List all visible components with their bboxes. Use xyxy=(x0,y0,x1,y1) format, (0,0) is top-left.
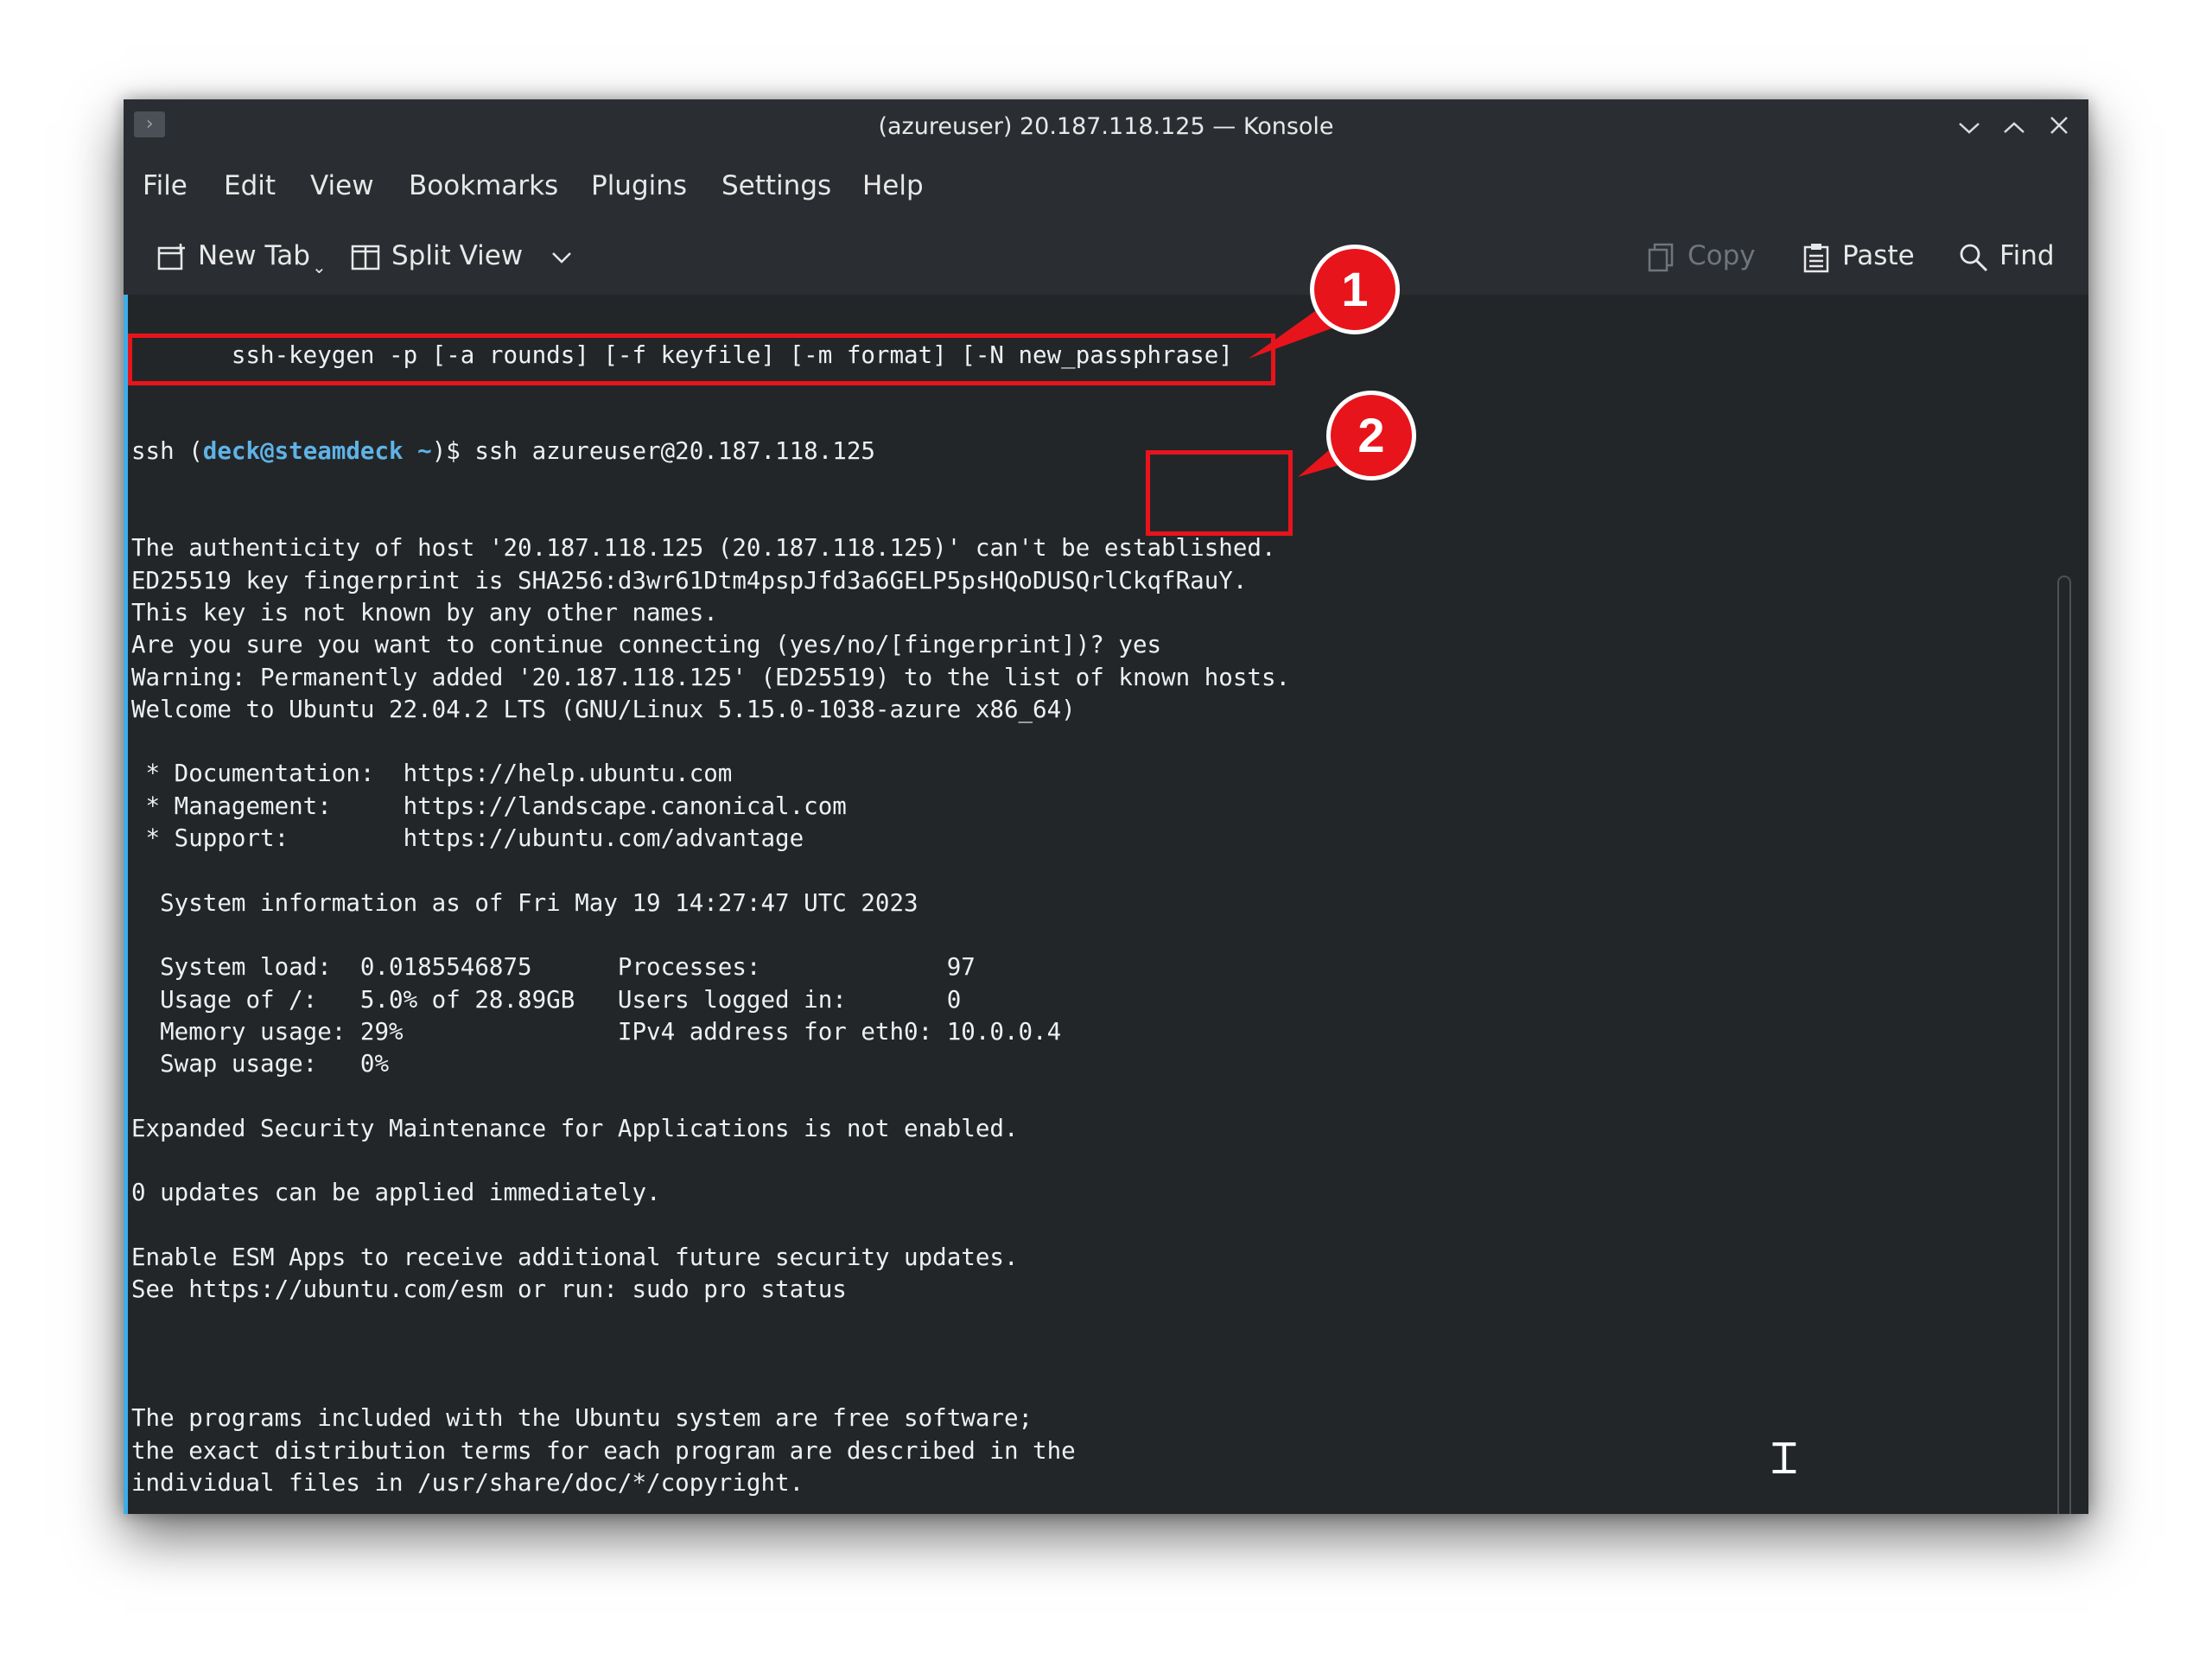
find-label: Find xyxy=(1999,240,2055,271)
prompt-line: ssh (deck@steamdeck ~)$ ssh azureuser@20… xyxy=(131,436,1290,467)
chevron-up-icon xyxy=(2004,122,2024,133)
terminal-line: The authenticity of host '20.187.118.125… xyxy=(131,534,1276,563)
terminal-line: System load: 0.0185546875 Processes: 97 xyxy=(131,953,976,982)
terminal-output[interactable]: ssh-keygen -p [-a rounds] [-f keyfile] [… xyxy=(124,295,2088,1514)
split-view-button[interactable]: Split View xyxy=(350,229,573,283)
copy-label: Copy xyxy=(1688,240,1756,271)
terminal-line: Swap usage: 0% xyxy=(131,1050,390,1078)
copy-icon xyxy=(1648,243,1674,271)
paste-icon xyxy=(1803,243,1829,272)
annotation-badge-2: 2 xyxy=(1326,391,1416,480)
terminal-line: See https://ubuntu.com/esm or run: sudo … xyxy=(131,1275,847,1304)
chevron-down-icon[interactable] xyxy=(550,251,573,264)
terminal-line: Welcome to Ubuntu 22.04.2 LTS (GNU/Linux… xyxy=(131,695,1076,723)
title-bar[interactable]: › (azureuser) 20.187.118.125 — Konsole xyxy=(124,99,2088,155)
close-icon xyxy=(2050,117,2068,134)
search-icon xyxy=(1960,244,1988,271)
screenshot-stage: › (azureuser) 20.187.118.125 — Konsole F… xyxy=(0,0,2212,1660)
terminal-text: ssh-keygen -p [-a rounds] [-f keyfile] [… xyxy=(131,295,1290,1514)
find-button[interactable]: Find xyxy=(1958,229,2055,283)
menu-view[interactable]: View xyxy=(310,155,374,217)
new-tab-dropdown-icon[interactable]: ⌄ xyxy=(312,257,327,277)
terminal-line: Usage of /: 5.0% of 28.89GB Users logged… xyxy=(131,985,962,1014)
konsole-window: › (azureuser) 20.187.118.125 — Konsole F… xyxy=(124,99,2088,1514)
terminal-line: System information as of Fri May 19 14:2… xyxy=(131,888,918,917)
toolbar: New Tab ⌄ Split View Copy Paste Find xyxy=(124,217,2088,295)
split-view-icon xyxy=(351,245,380,270)
menu-file[interactable]: File xyxy=(143,155,188,217)
terminal-line: the exact distribution terms for each pr… xyxy=(131,1436,1076,1465)
annotation-box-1 xyxy=(128,334,1275,385)
menu-edit[interactable]: Edit xyxy=(224,155,276,217)
menu-settings[interactable]: Settings xyxy=(721,155,831,217)
new-tab-icon xyxy=(157,243,185,270)
terminal-line: Enable ESM Apps to receive additional fu… xyxy=(131,1243,1019,1271)
new-tab-button[interactable]: New Tab ⌄ xyxy=(156,229,327,283)
terminal-line: Memory usage: 29% IPv4 address for eth0:… xyxy=(131,1017,1062,1046)
close-button[interactable] xyxy=(2042,110,2076,144)
menu-bookmarks[interactable]: Bookmarks xyxy=(409,155,558,217)
terminal-line: Are you sure you want to continue connec… xyxy=(131,631,1162,659)
terminal-line: individual files in /usr/share/doc/*/cop… xyxy=(131,1468,804,1497)
menu-bar: File Edit View Bookmarks Plugins Setting… xyxy=(124,155,2088,217)
paste-label: Paste xyxy=(1842,240,1915,271)
menu-help[interactable]: Help xyxy=(862,155,924,217)
terminal-line: * Management: https://landscape.canonica… xyxy=(131,792,847,820)
terminal-line: ED25519 key fingerprint is SHA256:d3wr61… xyxy=(131,566,1248,595)
prompt-user-host: deck@steamdeck ~ xyxy=(202,437,432,466)
prompt-command: )$ ssh azureuser@20.187.118.125 xyxy=(431,437,875,466)
terminal-line: This key is not known by any other names… xyxy=(131,598,718,626)
paste-button[interactable]: Paste xyxy=(1801,229,1915,283)
chevron-down-icon xyxy=(1959,123,1980,134)
i-beam-cursor-icon: Ɪ xyxy=(1772,1434,1796,1484)
terminal-line: * Documentation: https://help.ubuntu.com xyxy=(131,760,733,788)
copy-button[interactable]: Copy xyxy=(1646,229,1756,283)
terminal-line: The programs included with the Ubuntu sy… xyxy=(131,1404,1033,1433)
terminal-scrollbar[interactable] xyxy=(2057,576,2071,1514)
menu-plugins[interactable]: Plugins xyxy=(591,155,687,217)
split-view-label: Split View xyxy=(391,240,524,271)
terminal-line: 0 updates can be applied immediately. xyxy=(131,1179,661,1207)
terminal-line: Warning: Permanently added '20.187.118.1… xyxy=(131,663,1291,691)
new-tab-label: New Tab xyxy=(198,240,310,271)
maximize-button[interactable] xyxy=(1997,110,2031,144)
prompt-prefix: ssh ( xyxy=(131,437,203,466)
minimize-button[interactable] xyxy=(1952,110,1986,144)
annotation-badge-1: 1 xyxy=(1310,245,1400,334)
window-title: (azureuser) 20.187.118.125 — Konsole xyxy=(878,113,1334,140)
annotation-box-2 xyxy=(1146,450,1293,536)
terminal-line: Expanded Security Maintenance for Applic… xyxy=(131,1114,1019,1142)
terminal-line: * Support: https://ubuntu.com/advantage xyxy=(131,824,804,853)
